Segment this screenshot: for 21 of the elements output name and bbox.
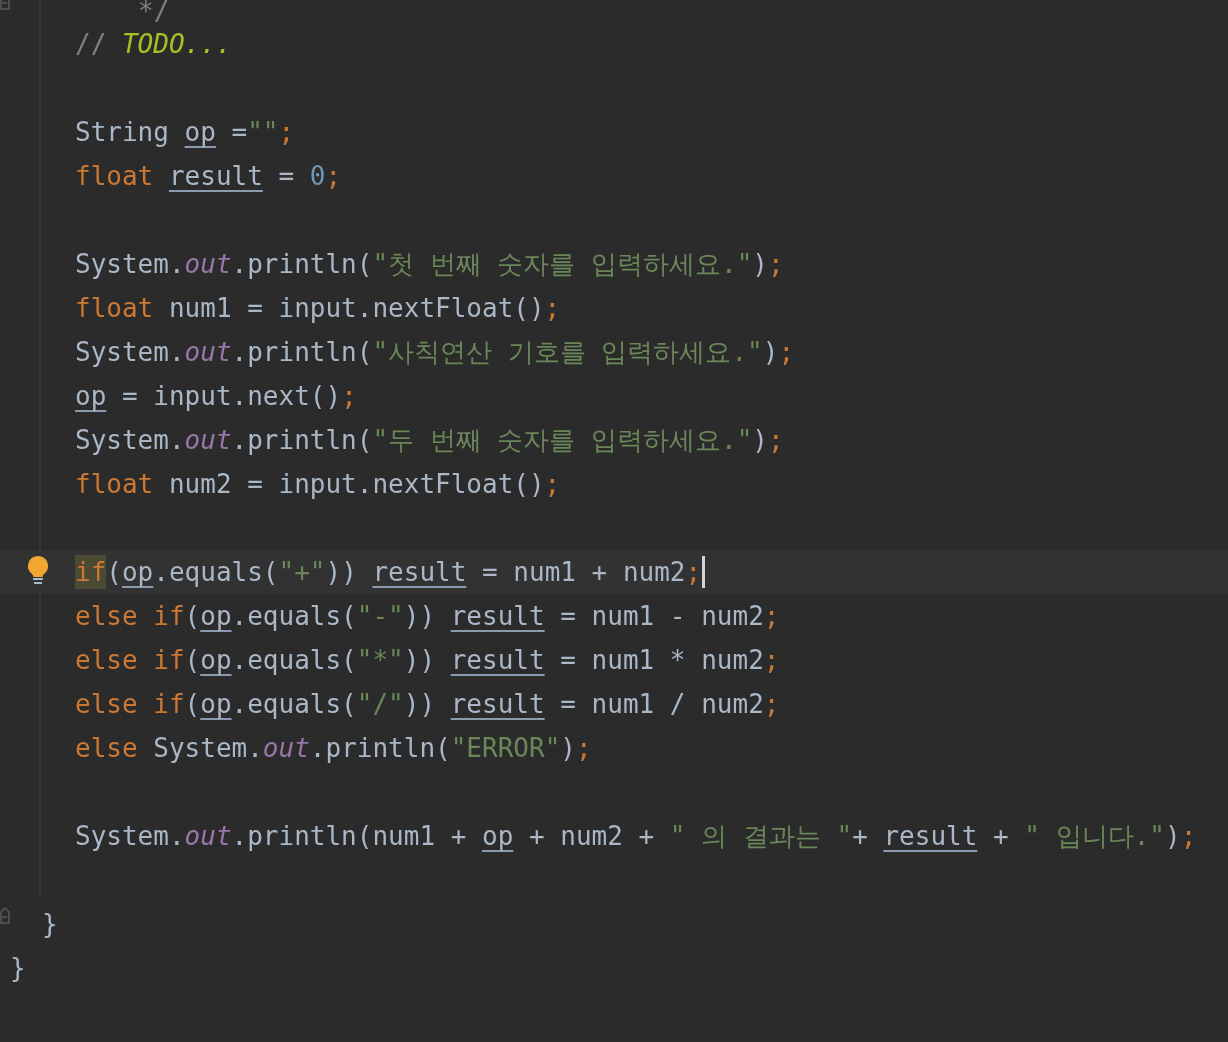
code-line: else System.out.println("ERROR");: [75, 732, 592, 765]
code-line: System.out.println("두 번째 숫자를 입력하세요.");: [75, 424, 784, 457]
lightbulb-icon[interactable]: [26, 555, 50, 585]
text-caret: [702, 556, 706, 588]
code-line: }: [42, 908, 58, 941]
code-line: }: [10, 952, 26, 985]
code-line: System.out.println("첫 번째 숫자를 입력하세요.");: [75, 248, 784, 281]
code-line: // TODO...: [75, 28, 232, 61]
code-line: String op ="";: [75, 116, 295, 149]
code-line: if(op.equals("+")) result = num1 + num2;: [75, 555, 706, 589]
code-line: op = input.next();: [75, 380, 357, 413]
code-line: System.out.println(num1 + op + num2 + " 의 결과는 "+ result + " 입니다.");: [75, 820, 1197, 853]
code-line: float num2 = input.nextFloat();: [75, 468, 561, 501]
code-line: else if(op.equals("-")) result = num1 - num2;: [75, 600, 780, 633]
code-line: else if(op.equals("*")) result = num1 * num2;: [75, 644, 780, 677]
code-line: System.out.println("사칙연산 기호를 입력하세요.");: [75, 336, 795, 369]
code-line: */: [138, 0, 170, 22]
code-line: else if(op.equals("/")) result = num1 / num2;: [75, 688, 780, 721]
fold-icon[interactable]: [0, 906, 10, 924]
code-line: float result = 0;: [75, 160, 342, 193]
code-line: float num1 = input.nextFloat();: [75, 292, 561, 325]
